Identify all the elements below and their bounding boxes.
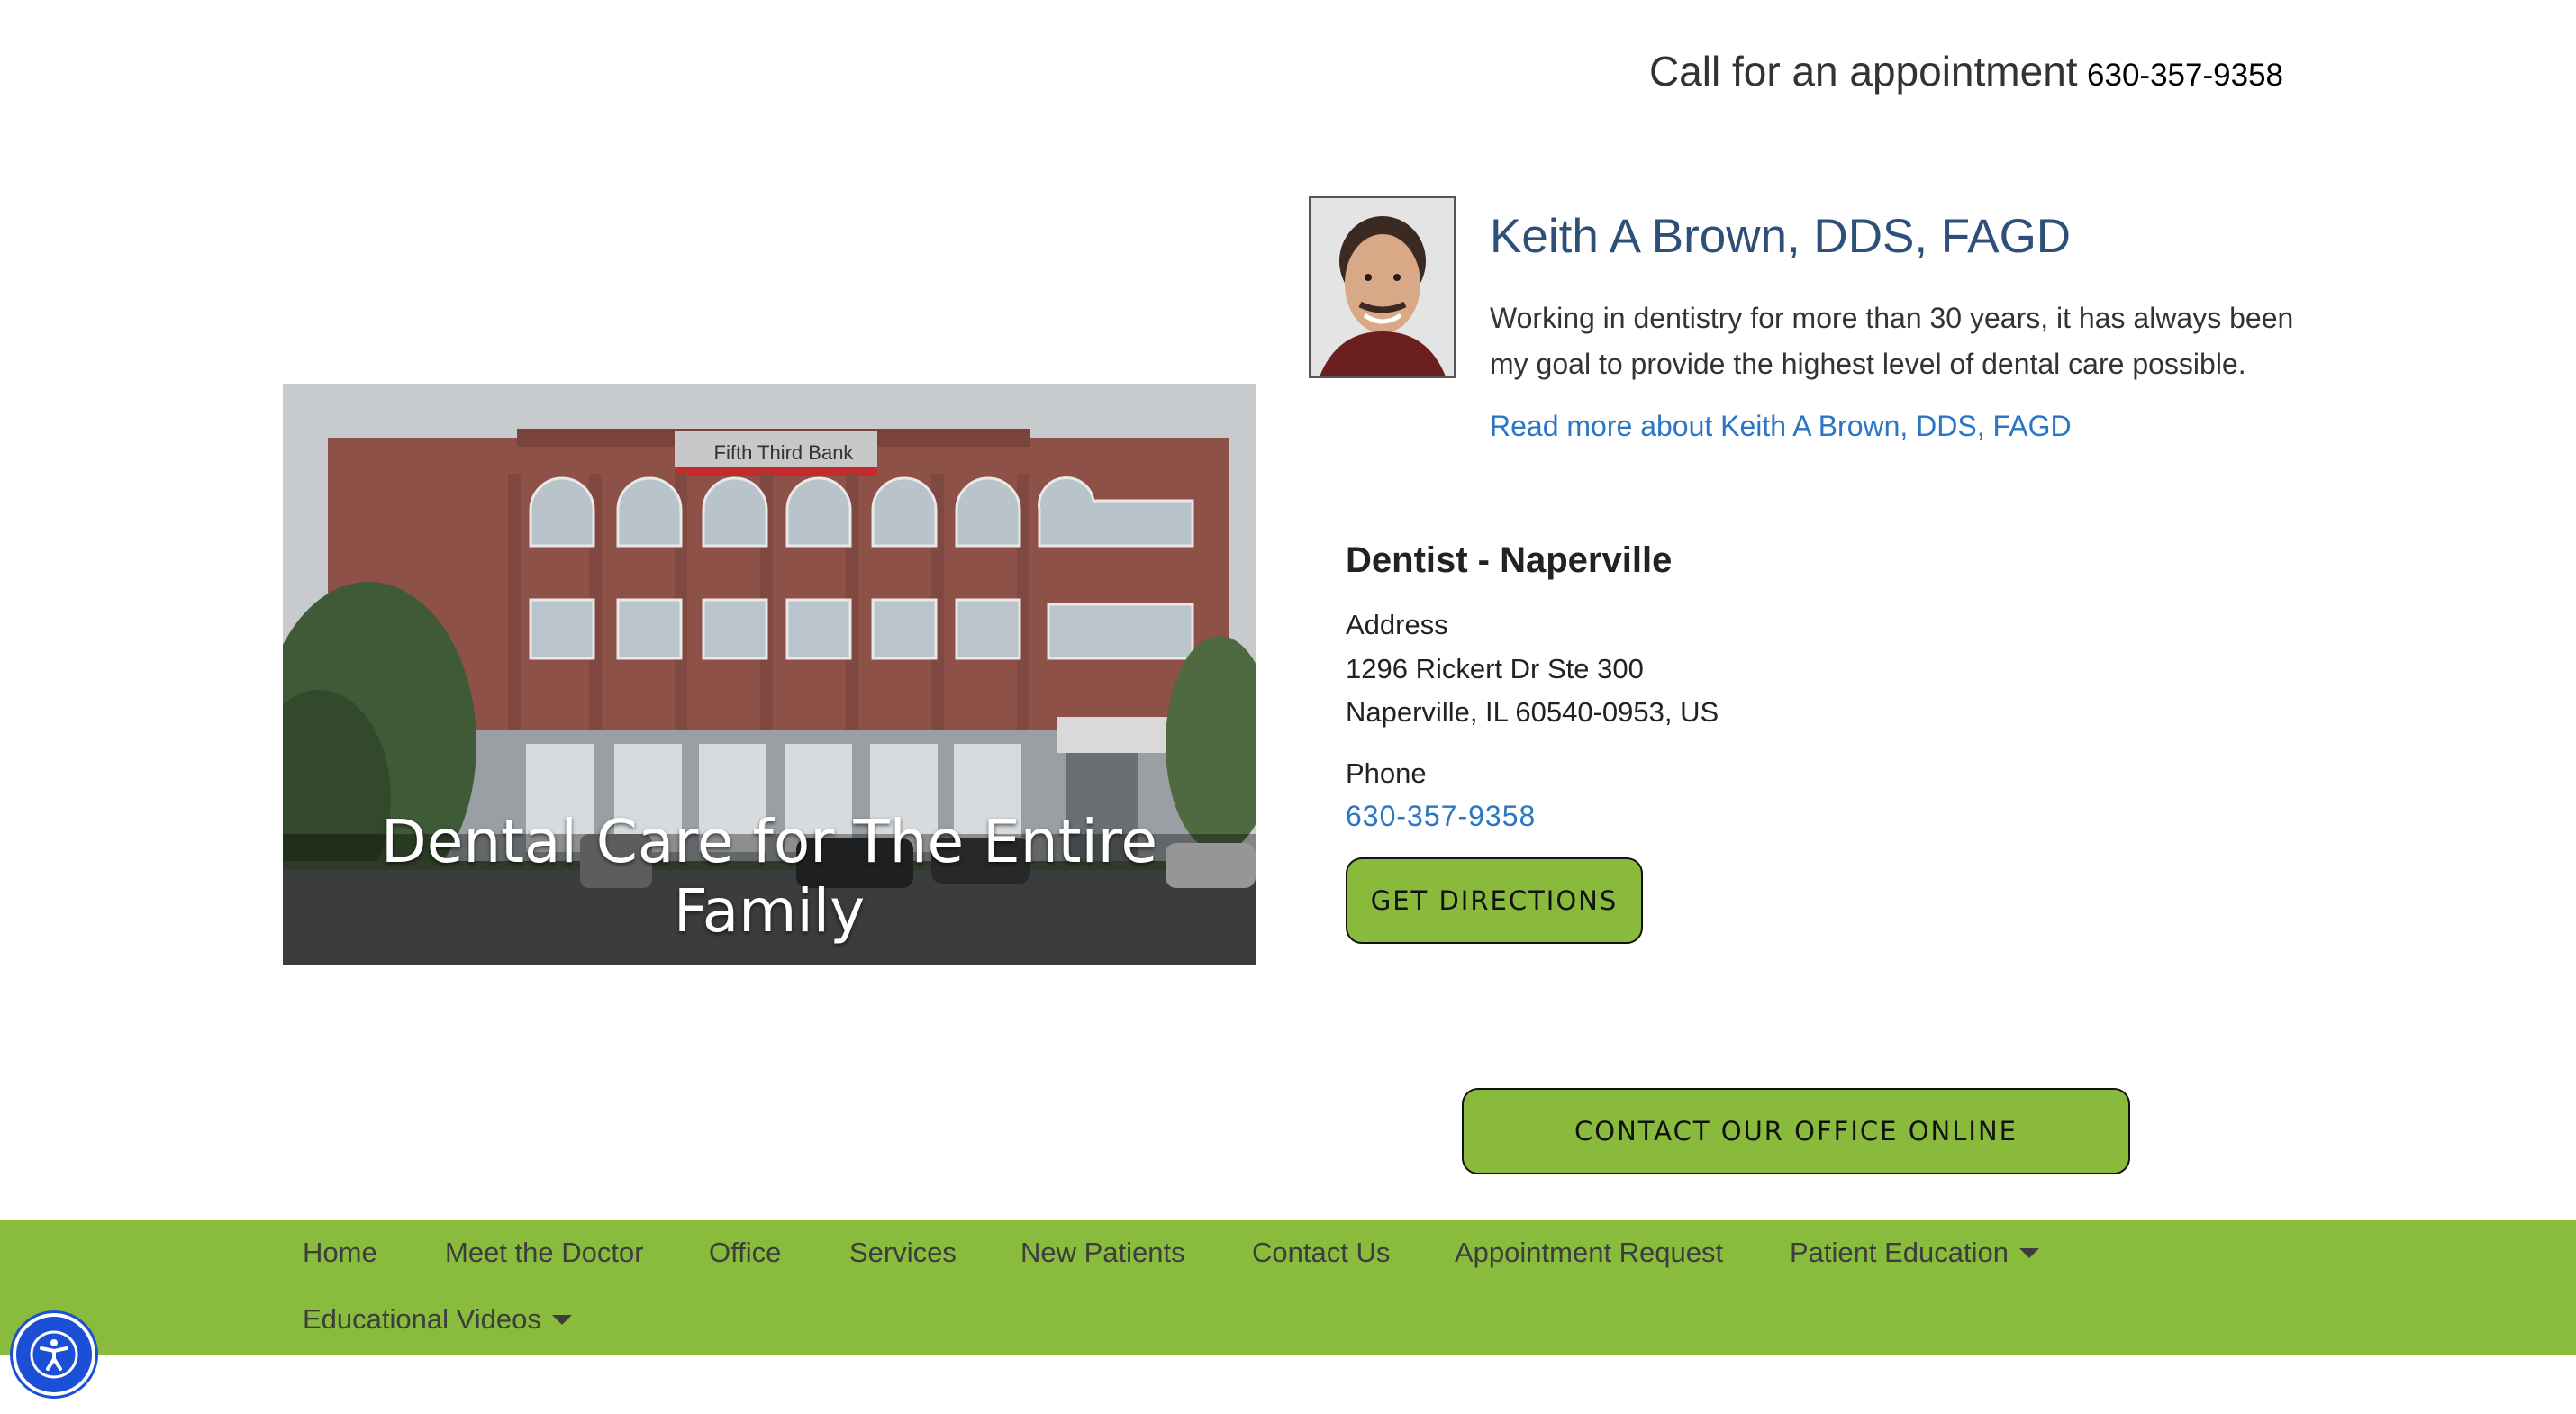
doctor-name: Keith A Brown, DDS, FAGD <box>1490 210 2072 263</box>
read-more-doctor-link[interactable]: Read more about Keith A Brown, DDS, FAGD <box>1490 410 2072 443</box>
nav-item-contact-us[interactable]: Contact Us <box>1252 1237 1390 1269</box>
address-label: Address <box>1346 609 1448 640</box>
location-title: Dentist - Naperville <box>1346 540 1673 580</box>
nav-item-office[interactable]: Office <box>709 1237 781 1269</box>
nav-item-label: Office <box>709 1237 782 1268</box>
nav-item-label: New Patients <box>1020 1237 1185 1268</box>
main-navigation: Home Meet the Doctor Office Services New… <box>0 1220 2576 1355</box>
nav-item-educational-videos[interactable]: Educational Videos <box>303 1303 572 1336</box>
nav-item-home[interactable]: Home <box>303 1237 377 1269</box>
hero-caption: Dental Care for The Entire Family <box>380 807 1158 946</box>
nav-item-label: Meet the Doctor <box>445 1237 644 1268</box>
office-building-image: Fifth Third Bank Dental Care for The Ent… <box>283 384 1256 965</box>
doctor-portrait-illustration <box>1311 198 1454 376</box>
caret-down-icon <box>2019 1247 2040 1258</box>
nav-item-appointment-request[interactable]: Appointment Request <box>1455 1237 1723 1269</box>
nav-item-new-patients[interactable]: New Patients <box>1020 1237 1185 1269</box>
phone-label: Phone <box>1346 757 1427 789</box>
nav-item-label: Educational Videos <box>303 1303 541 1335</box>
nav-item-label: Patient Education <box>1790 1237 2009 1268</box>
address-line-1: 1296 Rickert Dr Ste 300 <box>1346 653 1644 684</box>
nav-item-label: Appointment Request <box>1455 1237 1724 1268</box>
nav-item-services[interactable]: Services <box>849 1237 957 1269</box>
nav-item-patient-education[interactable]: Patient Education <box>1790 1237 2040 1269</box>
doctor-photo <box>1309 196 1456 378</box>
caret-down-icon <box>551 1314 572 1325</box>
doctor-description: Working in dentistry for more than 30 ye… <box>1490 302 2294 380</box>
address-line-2: Naperville, IL 60540-0953, US <box>1346 696 1719 728</box>
appointment-callout: Call for an appointment 630-357-9358 <box>1649 47 2283 95</box>
contact-office-online-button[interactable]: CONTACT OUR OFFICE ONLINE <box>1462 1088 2130 1174</box>
nav-item-meet-the-doctor[interactable]: Meet the Doctor <box>445 1237 644 1269</box>
nav-item-label: Contact Us <box>1252 1237 1391 1268</box>
building-sign-text: Fifth Third Bank <box>714 441 855 464</box>
header-phone[interactable]: 630-357-9358 <box>2087 58 2283 93</box>
accessibility-icon <box>30 1330 78 1379</box>
get-directions-button[interactable]: GET DIRECTIONS <box>1346 857 1643 944</box>
location-phone-link[interactable]: 630-357-9358 <box>1346 800 1536 833</box>
accessibility-button[interactable] <box>13 1313 95 1396</box>
nav-item-label: Services <box>849 1237 957 1268</box>
appointment-cta-text: Call for an appointment <box>1648 48 2078 95</box>
nav-item-label: Home <box>303 1237 377 1268</box>
